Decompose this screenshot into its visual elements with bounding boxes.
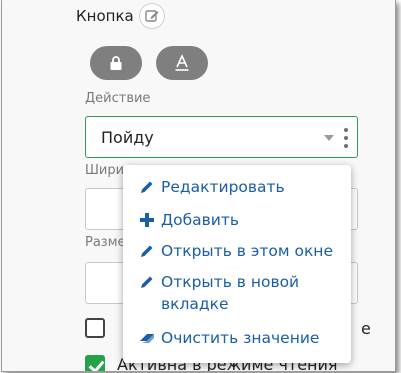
lock-icon bbox=[110, 56, 122, 70]
text-style-icon bbox=[175, 54, 189, 71]
lock-button[interactable] bbox=[90, 46, 142, 80]
plus-icon bbox=[139, 209, 161, 231]
pencil-icon bbox=[145, 10, 159, 22]
action-label: Действие bbox=[85, 91, 151, 106]
properties-panel: Кнопка Действие Пойду Шири Разме е Актив… bbox=[1, 0, 396, 372]
action-select[interactable]: Пойду bbox=[85, 116, 358, 158]
chevron-down-icon[interactable] bbox=[324, 135, 334, 141]
section-title: Кнопка bbox=[76, 7, 134, 25]
menu-item-add[interactable]: Добавить bbox=[139, 209, 239, 231]
size-label: Разме bbox=[85, 235, 126, 250]
menu-item-clear-value[interactable]: Очистить значение bbox=[139, 327, 319, 349]
readonly-active-checkbox[interactable] bbox=[85, 355, 105, 371]
context-menu: Редактировать Добавить Открыть в этом ок… bbox=[123, 165, 351, 363]
pencil-icon bbox=[139, 176, 161, 198]
checkbox[interactable] bbox=[85, 318, 105, 338]
text-style-button[interactable] bbox=[156, 46, 208, 80]
width-label: Шири bbox=[85, 163, 125, 178]
menu-item-open-new-tab[interactable]: Открыть в новой вкладке bbox=[139, 271, 339, 315]
menu-item-edit[interactable]: Редактировать bbox=[139, 176, 285, 198]
more-options-icon[interactable] bbox=[344, 128, 348, 148]
pencil-icon bbox=[139, 240, 161, 262]
action-select-value: Пойду bbox=[101, 128, 154, 147]
edit-title-button[interactable] bbox=[139, 3, 165, 29]
checkbox-label: е bbox=[361, 319, 371, 338]
eraser-icon bbox=[139, 327, 161, 349]
menu-item-open-same-window[interactable]: Открыть в этом окне bbox=[139, 240, 333, 262]
pencil-icon bbox=[139, 271, 161, 293]
